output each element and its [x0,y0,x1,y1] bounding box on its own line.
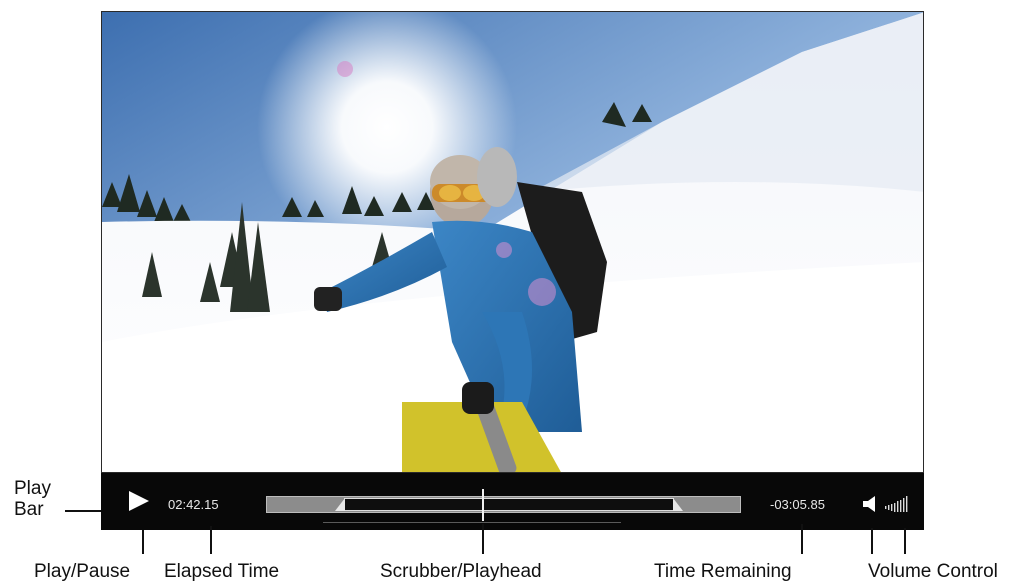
trim-end-handle[interactable] [673,498,683,511]
video-frame[interactable] [101,11,924,473]
callout-leader-time-remaining [801,524,803,554]
callout-time-remaining: Time Remaining [654,561,792,582]
elapsed-time: 02:42.15 [168,497,219,512]
callout-leader-play-pause [142,530,144,554]
play-icon[interactable] [129,491,149,511]
trim-start-handle[interactable] [335,498,345,511]
scrubber-underline [323,522,621,523]
callout-play-bar-line2: Bar [14,499,44,520]
time-remaining: -03:05.85 [770,497,825,512]
callout-leader-play-bar [65,510,101,512]
playhead[interactable] [482,489,484,521]
callout-leader-speaker [871,528,873,554]
scrubber-played-range [344,498,674,511]
callout-leader-elapsed [210,526,212,554]
callout-volume-control: Volume Control [868,561,998,582]
callout-leader-volume [904,528,906,554]
callout-scrubber: Scrubber/Playhead [380,561,542,582]
video-thumbnail-image [102,12,923,472]
callout-play-bar: Play Bar [14,478,51,520]
volume-bars-icon[interactable] [884,495,914,513]
play-bar: 02:42.15 -03:05.85 [101,473,924,530]
callout-play-bar-line1: Play [14,478,51,499]
scrubber-track[interactable] [266,496,741,513]
callout-elapsed-time: Elapsed Time [164,561,280,582]
speaker-icon[interactable] [862,495,880,513]
callout-play-pause: Play/Pause [34,561,131,582]
callout-leader-scrubber [482,524,484,554]
